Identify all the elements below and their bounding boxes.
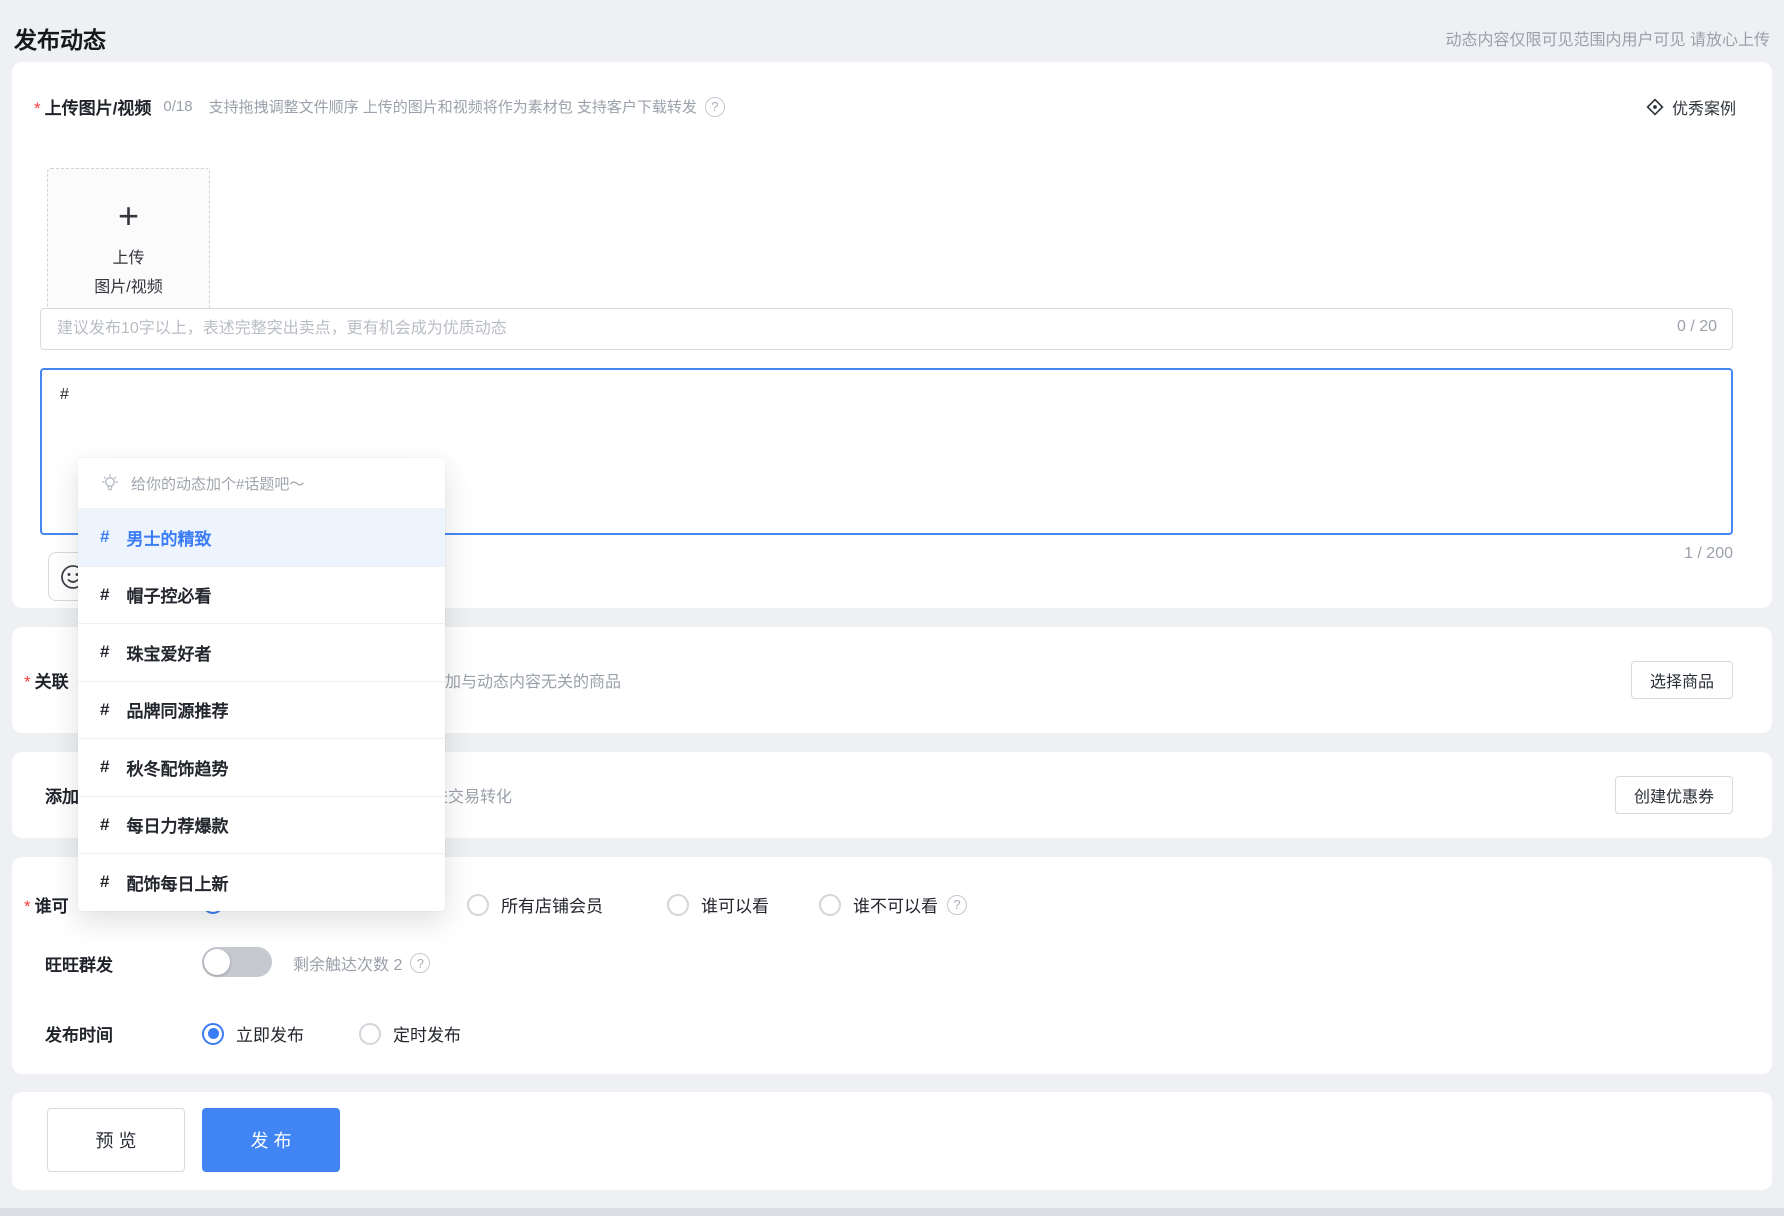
hash-icon: # xyxy=(100,815,109,835)
topic-item-label: 品牌同源推荐 xyxy=(126,697,228,722)
hash-icon: # xyxy=(100,757,109,777)
hash-icon: # xyxy=(100,585,109,605)
coupon-label: 添加 xyxy=(45,783,79,808)
topic-item-label: 帽子控必看 xyxy=(126,582,211,607)
title-input[interactable] xyxy=(40,308,1733,350)
radio-icon xyxy=(467,894,489,916)
upload-header-row: * 上传图片/视频 0/18 支持拖拽调整文件顺序 上传的图片和视频将作为素材包… xyxy=(34,94,1736,119)
lightbulb-icon xyxy=(100,473,120,493)
topic-item[interactable]: # 帽子控必看 xyxy=(78,566,445,624)
footer-action-bar: 预 览 发 布 xyxy=(12,1092,1772,1190)
hash-icon: # xyxy=(100,700,109,720)
visibility-label-wrap: * 谁可 xyxy=(24,892,69,917)
upload-hint: 支持拖拽调整文件顺序 上传的图片和视频将作为素材包 支持客户下载转发 xyxy=(209,96,697,117)
hash-icon: # xyxy=(100,527,109,547)
topic-item[interactable]: # 每日力荐爆款 xyxy=(78,796,445,854)
visibility-option-label: 谁不可以看 xyxy=(853,892,938,917)
visibility-option-members[interactable]: 所有店铺会员 xyxy=(467,892,603,917)
publish-button[interactable]: 发 布 xyxy=(202,1108,340,1172)
help-icon[interactable]: ? xyxy=(410,953,430,973)
topic-item-label: 秋冬配饰趋势 xyxy=(126,755,228,780)
wangwang-hint: 剩余触达次数 2 xyxy=(293,951,402,975)
hash-icon: # xyxy=(100,642,109,662)
upload-count: 0/18 xyxy=(163,98,192,115)
radio-selected-icon xyxy=(202,1023,224,1045)
publish-scheduled-option[interactable]: 定时发布 xyxy=(359,1021,461,1046)
topic-item-label: 每日力荐爆款 xyxy=(126,812,228,837)
upload-label: 上传图片/视频 xyxy=(45,94,152,119)
publish-now-option[interactable]: 立即发布 xyxy=(202,1021,304,1046)
upload-box-line1: 上传 xyxy=(112,244,144,273)
topic-hint-text: 给你的动态加个#话题吧～ xyxy=(131,473,304,494)
diamond-icon xyxy=(1646,98,1664,116)
topic-item[interactable]: # 男士的精致 xyxy=(78,508,445,566)
publish-scheduled-label: 定时发布 xyxy=(393,1021,461,1046)
help-icon[interactable]: ? xyxy=(705,97,725,117)
link-product-label-wrap: * 关联 xyxy=(24,668,69,693)
publish-feed-page: 发布动态 动态内容仅限可见范围内用户可见 请放心上传 * 上传图片/视频 0/1… xyxy=(0,0,1784,1216)
hash-icon: # xyxy=(100,872,109,892)
radio-icon xyxy=(667,894,689,916)
visibility-note: 动态内容仅限可见范围内用户可见 请放心上传 xyxy=(1446,26,1770,50)
excellent-case-link[interactable]: 优秀案例 xyxy=(1646,95,1736,119)
topic-item[interactable]: # 品牌同源推荐 xyxy=(78,681,445,739)
publish-time-label: 发布时间 xyxy=(45,1026,113,1045)
page-bottom-edge xyxy=(0,1208,1784,1216)
preview-button[interactable]: 预 览 xyxy=(47,1108,185,1172)
create-coupon-button[interactable]: 创建优惠券 xyxy=(1615,776,1733,814)
wangwang-label-wrap: 旺旺群发 xyxy=(45,951,113,976)
select-product-button[interactable]: 选择商品 xyxy=(1631,661,1733,699)
title-counter: 0 / 20 xyxy=(1677,318,1717,336)
wangwang-hint-wrap: 剩余触达次数 2 ? xyxy=(293,951,430,975)
visibility-label: 谁可 xyxy=(35,892,69,917)
help-icon[interactable]: ? xyxy=(947,895,967,915)
topic-item[interactable]: # 珠宝爱好者 xyxy=(78,623,445,681)
wangwang-toggle[interactable] xyxy=(202,947,272,977)
radio-icon xyxy=(819,894,841,916)
link-product-label: 关联 xyxy=(35,668,69,693)
required-mark: * xyxy=(24,672,31,692)
radio-icon xyxy=(359,1023,381,1045)
visibility-option-label: 所有店铺会员 xyxy=(501,892,603,917)
excellent-case-label: 优秀案例 xyxy=(1672,95,1736,119)
title-field-wrap: 0 / 20 xyxy=(40,308,1733,350)
topic-item-label: 珠宝爱好者 xyxy=(126,640,211,665)
page-header: 发布动态 动态内容仅限可见范围内用户可见 请放心上传 xyxy=(0,0,1784,62)
visibility-option-who-can-see[interactable]: 谁可以看 xyxy=(667,892,769,917)
content-counter: 1 / 200 xyxy=(1684,545,1733,563)
coupon-label-wrap: 添加 xyxy=(45,783,79,808)
topic-hint-row: 给你的动态加个#话题吧～ xyxy=(78,458,445,508)
topic-item-label: 男士的精致 xyxy=(126,525,211,550)
publish-now-label: 立即发布 xyxy=(236,1021,304,1046)
link-product-desc: 加与动态内容无关的商品 xyxy=(445,668,621,692)
plus-icon: + xyxy=(118,198,139,234)
wangwang-label: 旺旺群发 xyxy=(45,956,113,975)
upload-box-line2: 图片/视频 xyxy=(94,273,162,302)
upload-dropzone[interactable]: + 上传 图片/视频 xyxy=(47,168,210,331)
topic-item[interactable]: # 配饰每日上新 xyxy=(78,853,445,911)
publish-time-label-wrap: 发布时间 xyxy=(45,1021,113,1046)
visibility-option-label: 谁可以看 xyxy=(701,892,769,917)
required-mark: * xyxy=(24,897,31,917)
required-mark: * xyxy=(34,99,41,119)
page-title: 发布动态 xyxy=(14,21,106,55)
visibility-option-who-cannot-see[interactable]: 谁不可以看 ? xyxy=(819,892,967,917)
topic-suggestion-dropdown: 给你的动态加个#话题吧～ # 男士的精致 # 帽子控必看 # 珠宝爱好者 # 品… xyxy=(78,458,445,911)
topic-item-label: 配饰每日上新 xyxy=(126,870,228,895)
topic-item[interactable]: # 秋冬配饰趋势 xyxy=(78,738,445,796)
